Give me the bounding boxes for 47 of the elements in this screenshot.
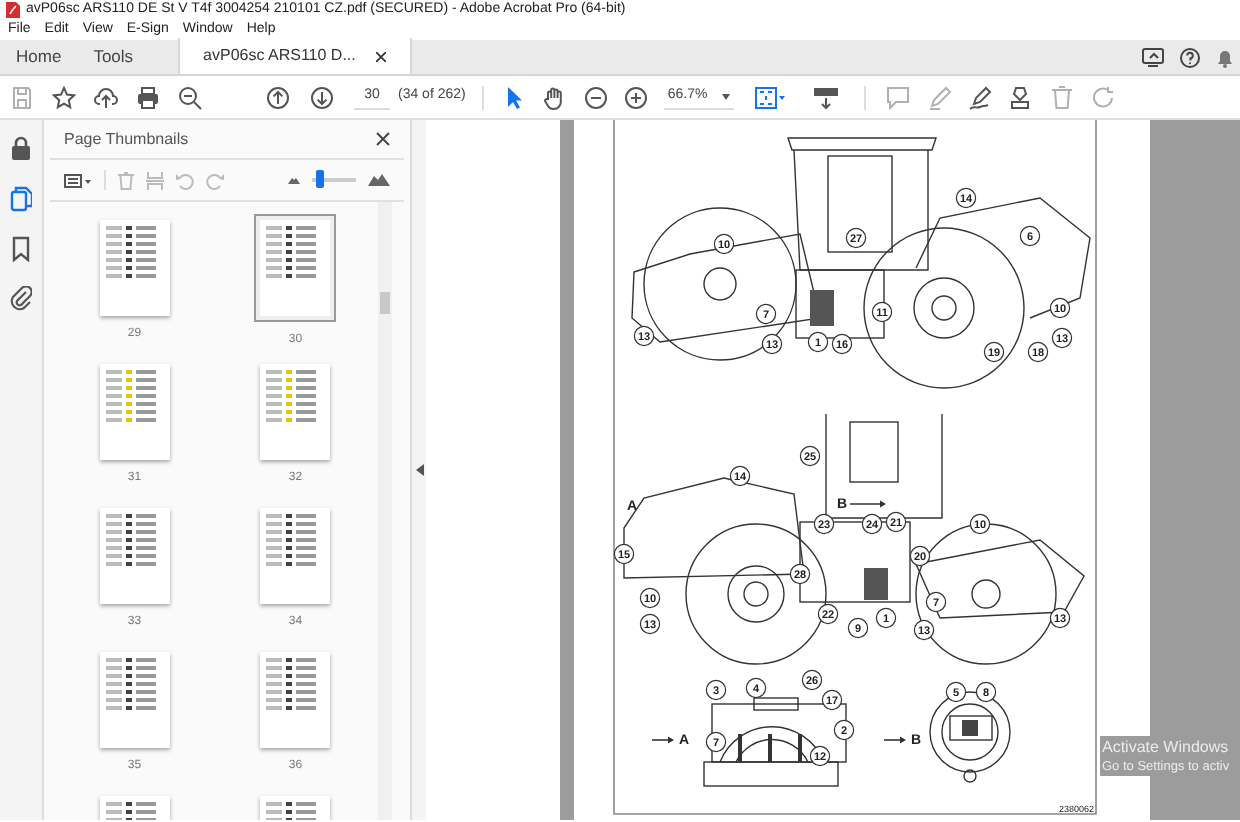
activation-notice-title: Activate Windows	[1100, 736, 1232, 758]
tab[interactable]: Home	[0, 38, 78, 74]
paperclip-icon[interactable]	[10, 286, 32, 312]
star-icon[interactable]	[52, 85, 76, 109]
page-thumbnail[interactable]	[260, 652, 331, 748]
print-icon[interactable]	[136, 85, 160, 109]
zoom-out-search-icon[interactable]	[178, 85, 202, 109]
page-thumbnail[interactable]	[99, 508, 170, 604]
share-screen-icon[interactable]	[1142, 47, 1164, 67]
large-mountain-icon	[368, 174, 390, 186]
previous-page-icon[interactable]	[266, 85, 290, 109]
tab[interactable]: avP06sc ARS110 D...	[177, 38, 412, 74]
cloud-upload-icon[interactable]	[94, 85, 118, 109]
next-page-icon[interactable]	[310, 85, 334, 109]
hand-icon[interactable]	[541, 85, 566, 109]
scrollbar[interactable]	[378, 202, 392, 820]
close-icon[interactable]	[376, 132, 390, 146]
scrollbar-thumb[interactable]	[380, 292, 390, 314]
close-tab-icon[interactable]	[375, 51, 386, 61]
fit-page-icon[interactable]	[753, 85, 786, 109]
pdf-file-icon	[6, 2, 20, 18]
pages-icon[interactable]	[10, 186, 32, 212]
view-arrow	[883, 736, 906, 744]
tab[interactable]: Tools	[77, 38, 150, 74]
page-thumbnail[interactable]	[260, 364, 331, 460]
panel-title: Page Thumbnails	[64, 127, 189, 151]
sign-pen-icon[interactable]	[967, 85, 992, 109]
help-icon[interactable]	[1180, 47, 1200, 67]
page-thumbnail[interactable]	[99, 220, 170, 316]
zoom-in-icon[interactable]	[623, 85, 648, 109]
stamp-icon[interactable]	[1007, 85, 1032, 109]
small-mountain-icon	[288, 177, 300, 183]
page-thumbnail[interactable]	[254, 214, 337, 322]
view-arrow	[651, 736, 674, 744]
bell-icon[interactable]	[1216, 47, 1234, 67]
options-menu-icon[interactable]	[64, 173, 92, 187]
page-thumbnail[interactable]	[260, 508, 331, 604]
slider-thumb[interactable]	[315, 170, 324, 188]
caret-icon	[721, 93, 730, 99]
page-thumbnail[interactable]	[99, 364, 170, 460]
view-arrow	[849, 500, 886, 508]
zoom-out-icon[interactable]	[583, 85, 608, 109]
select-cursor-icon[interactable]	[503, 85, 524, 109]
page-thumbnail[interactable]	[99, 652, 170, 748]
lock-icon[interactable]	[10, 136, 32, 162]
scroll-mode-icon[interactable]	[811, 85, 840, 109]
bookmark-icon[interactable]	[10, 236, 32, 262]
